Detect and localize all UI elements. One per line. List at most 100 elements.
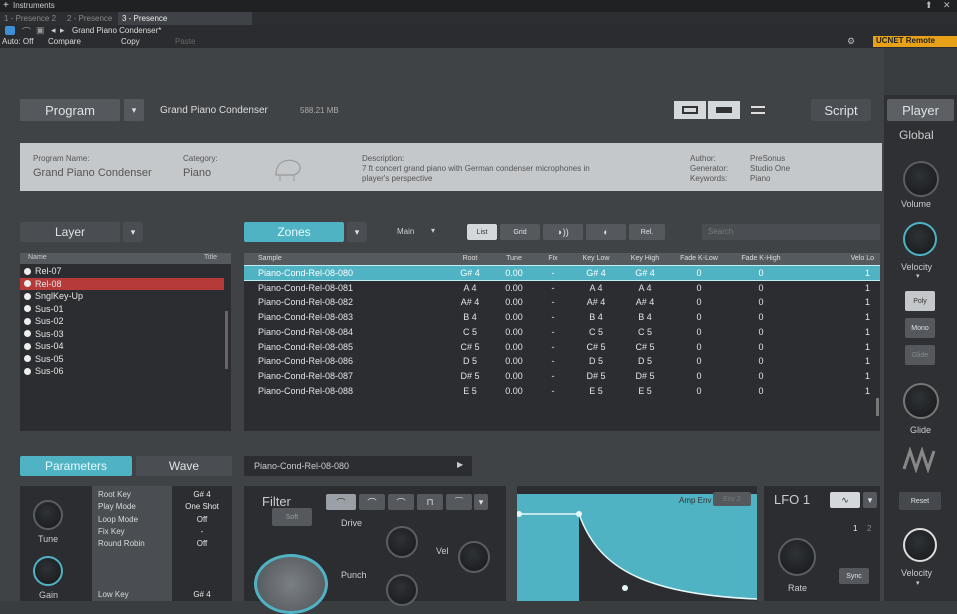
filter-notch-icon[interactable]: ⊓: [417, 494, 443, 510]
zones-scrollbar[interactable]: [876, 398, 879, 416]
layer-list-item[interactable]: Rel-07: [20, 265, 224, 277]
grid-view-button[interactable]: Grid: [500, 224, 540, 240]
vel-knob[interactable]: [458, 541, 490, 573]
zones-button[interactable]: Zones: [244, 222, 344, 242]
pin-icon[interactable]: ⬆: [925, 0, 933, 11]
view-list-icon[interactable]: [742, 101, 774, 119]
view-double-icon[interactable]: [708, 101, 740, 119]
wave-tab[interactable]: Wave: [136, 456, 232, 476]
velocity-2-knob[interactable]: [903, 528, 937, 562]
zones-col-header[interactable]: Root: [446, 255, 494, 262]
parameters-tab[interactable]: Parameters: [20, 456, 132, 476]
close-icon[interactable]: ✕: [943, 0, 951, 11]
layer-list-item[interactable]: Sus-01: [20, 303, 224, 315]
layer-list-item[interactable]: Sus-06: [20, 365, 224, 377]
play-icon[interactable]: ▶: [457, 460, 463, 469]
layer-list-item[interactable]: Rel-08: [20, 277, 224, 290]
paste-button[interactable]: Paste: [175, 37, 195, 46]
tab-presence-2[interactable]: 2 - Presence: [67, 14, 112, 23]
preset-name[interactable]: Grand Piano Condenser*: [72, 26, 161, 35]
copy-button[interactable]: Copy: [121, 37, 140, 46]
velocity-2-dropdown-icon[interactable]: ▾: [916, 579, 920, 587]
zones-table-row[interactable]: Piano-Cond-Rel-08-085 C# 5 0.00 - C# 5 C# 5 0 0…: [244, 340, 880, 354]
zones-table-row[interactable]: Piano-Cond-Rel-08-081 A 4 0.00 - A 4 A 4 0 0 1: [244, 281, 880, 295]
main-select[interactable]: Main: [397, 227, 414, 236]
tab-presence-3[interactable]: 3 - Presence: [118, 12, 252, 25]
player-button[interactable]: Player: [887, 99, 954, 121]
zones-col-header[interactable]: Velo Lo: [794, 255, 878, 262]
zones-table-row[interactable]: Piano-Cond-Rel-08-083 B 4 0.00 - B 4 B 4 0 0 1: [244, 310, 880, 324]
list-view-button[interactable]: List: [467, 224, 497, 240]
filter-type-dropdown[interactable]: ▾: [474, 494, 488, 510]
prev-preset-icon[interactable]: ◂: [51, 25, 56, 36]
lfo-waveform-dropdown[interactable]: ▾: [863, 492, 877, 508]
mute-icon[interactable]: ◐: [586, 224, 626, 240]
zones-table-row[interactable]: Piano-Cond-Rel-08-080 G# 4 0.00 - G# 4 G# 4 0 0…: [244, 265, 880, 281]
layer-list-item[interactable]: Sus-03: [20, 328, 224, 340]
glide-knob[interactable]: [903, 383, 939, 419]
filter-lowpass-icon[interactable]: ⌒: [326, 494, 356, 510]
soft-button[interactable]: Soft: [272, 508, 312, 526]
rate-knob[interactable]: [778, 538, 816, 576]
remote-button[interactable]: UCNET Remote: [873, 36, 957, 47]
zones-dropdown[interactable]: ▾: [347, 222, 367, 242]
gain-knob[interactable]: [33, 556, 63, 586]
layer-dropdown[interactable]: ▾: [123, 222, 143, 242]
zones-col-header[interactable]: Key Low: [572, 255, 620, 262]
mono-button[interactable]: Mono: [905, 318, 935, 338]
zones-table-row[interactable]: Piano-Cond-Rel-08-082 A# 4 0.00 - A# 4 A# 4 0 0…: [244, 295, 880, 309]
param-value[interactable]: Off: [177, 515, 227, 524]
filter-peak-icon[interactable]: ⁀: [446, 494, 472, 510]
sample-selector[interactable]: Piano-Cond-Rel-08-080 ▶: [244, 456, 472, 476]
envelope-graph[interactable]: [517, 494, 757, 601]
next-preset-icon[interactable]: ▸: [60, 25, 65, 36]
drive-knob[interactable]: [386, 526, 418, 558]
velocity-dropdown-icon[interactable]: ▾: [916, 272, 920, 280]
lfo-2-tab[interactable]: 2: [867, 524, 871, 533]
lfo-waveform-icon[interactable]: ∿: [830, 492, 860, 508]
zones-table-row[interactable]: Piano-Cond-Rel-08-084 C 5 0.00 - C 5 C 5 0 0 1: [244, 325, 880, 339]
param-value[interactable]: Off: [177, 539, 227, 548]
param-value[interactable]: One Shot: [177, 502, 227, 511]
zones-table-row[interactable]: Piano-Cond-Rel-08-088 E 5 0.00 - E 5 E 5 0 0 1: [244, 384, 880, 398]
filter-bandpass-icon[interactable]: ⌒: [388, 494, 414, 510]
layer-list-item[interactable]: SnglKey-Up: [20, 290, 224, 302]
rel-button[interactable]: Rel.: [629, 224, 665, 240]
volume-knob[interactable]: [903, 161, 939, 197]
speaker-icon[interactable]: ◗)): [543, 224, 583, 240]
zones-col-header[interactable]: Fade K-Low: [670, 255, 728, 262]
zones-table-row[interactable]: Piano-Cond-Rel-08-086 D 5 0.00 - D 5 D 5 0 0 1: [244, 354, 880, 368]
filter-highpass-icon[interactable]: ⌒: [359, 494, 385, 510]
compare-button[interactable]: Compare: [48, 37, 81, 46]
layer-col-name[interactable]: Name: [28, 254, 47, 261]
save-icon[interactable]: ▣: [36, 25, 45, 36]
param-value[interactable]: -: [177, 527, 227, 536]
layer-col-title[interactable]: Title: [204, 254, 217, 261]
view-single-icon[interactable]: [674, 101, 706, 119]
sync-button[interactable]: Sync: [839, 568, 869, 584]
layer-scrollbar[interactable]: [225, 311, 228, 369]
search-input[interactable]: Search: [702, 224, 880, 240]
layer-list-item[interactable]: Sus-05: [20, 353, 224, 365]
cutoff-knob[interactable]: [254, 554, 328, 614]
layer-list-item[interactable]: Sus-04: [20, 340, 224, 352]
zones-table-row[interactable]: Piano-Cond-Rel-08-087 D# 5 0.00 - D# 5 D# 5 0 0…: [244, 369, 880, 383]
zones-col-header[interactable]: Fix: [534, 255, 572, 262]
zones-col-header[interactable]: Sample: [248, 255, 444, 262]
velocity-knob[interactable]: [903, 222, 937, 256]
poly-button[interactable]: Poly: [905, 291, 935, 311]
layer-list-item[interactable]: Sus-02: [20, 315, 224, 327]
program-dropdown[interactable]: ▾: [124, 99, 144, 121]
add-icon[interactable]: +: [3, 0, 9, 11]
lfo-1-tab[interactable]: 1: [853, 524, 857, 533]
zones-col-header[interactable]: Key High: [620, 255, 670, 262]
script-button[interactable]: Script: [811, 99, 871, 121]
layer-button[interactable]: Layer: [20, 222, 120, 242]
glide-toggle[interactable]: Glide: [905, 345, 935, 365]
zones-col-header[interactable]: Tune: [494, 255, 534, 262]
param-value[interactable]: G# 4: [177, 590, 227, 599]
env-2-tab[interactable]: Env 2: [713, 492, 751, 506]
gear-icon[interactable]: ⚙: [847, 36, 855, 47]
param-value[interactable]: G# 4: [177, 490, 227, 499]
main-dropdown-icon[interactable]: ▾: [431, 226, 435, 235]
